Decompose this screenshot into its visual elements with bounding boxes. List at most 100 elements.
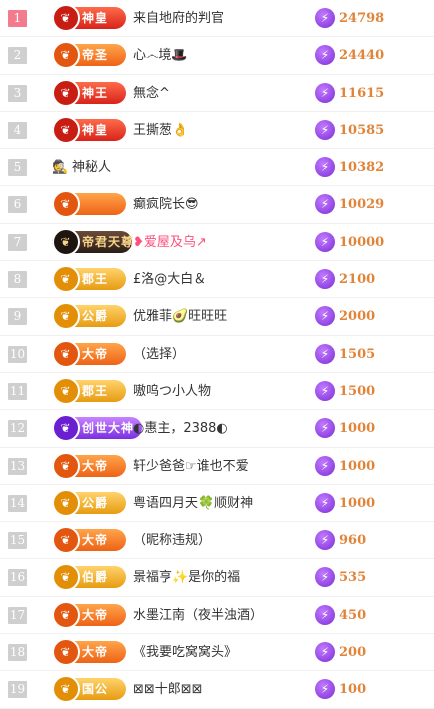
lightning-icon: ⚡: [315, 269, 335, 290]
user-name[interactable]: 無念^: [133, 75, 170, 112]
rank-title-badge: ❦ 郡王: [52, 376, 126, 405]
rank-title-badge: ❦ 帝君天尊: [52, 227, 135, 256]
user-name[interactable]: 优雅菲🥑旺旺旺: [133, 298, 227, 335]
badge-label: 帝圣: [82, 48, 109, 63]
user-name[interactable]: 嗷呜つ小人物: [133, 373, 211, 410]
badge-emblem-icon: ❦: [52, 227, 80, 256]
badge-emblem-icon: ❦: [52, 115, 80, 144]
lightning-icon: ⚡: [315, 604, 335, 625]
ranking-row[interactable]: 16 ❦ 伯爵 景福亨✨是你的福 ⚡ 535: [0, 559, 434, 597]
ranking-row[interactable]: 6 ❦ 癫疯院长😎 ⚡ 10029: [0, 186, 434, 224]
user-name[interactable]: 神秘人: [72, 149, 111, 186]
badge-emblem-icon: ❦: [52, 41, 80, 70]
rank-number: 6: [8, 196, 27, 214]
user-score: 1000: [339, 495, 376, 511]
rank-number: 18: [8, 644, 27, 662]
user-name[interactable]: £洛@大白＆: [133, 261, 206, 298]
ranking-row[interactable]: 17 ❦ 大帝 水墨江南（夜半浊酒） ⚡ 450: [0, 597, 434, 635]
ranking-row[interactable]: 13 ❦ 大帝 轩少爸爸☞谁也不爱 ⚡ 1000: [0, 448, 434, 485]
rank-title-badge: ❦ 大帝: [52, 451, 126, 480]
user-name[interactable]: 癫疯院长😎: [133, 186, 199, 223]
user-name[interactable]: 粤语四月天🍀顺财神: [133, 485, 253, 522]
lightning-icon: ⚡: [315, 157, 335, 178]
rank-title-badge: ❦ 神王: [52, 78, 126, 107]
user-name[interactable]: 景福亨✨是你的福: [133, 559, 240, 596]
ranking-row[interactable]: 1 ❦ 神皇 来自地府的判官 ⚡ 24798: [0, 0, 434, 38]
ranking-row[interactable]: 10 ❦ 大帝 （选择） ⚡ 1505: [0, 336, 434, 373]
ranking-row[interactable]: 18 ❦ 大帝 《我要吃窝窝头》 ⚡ 200: [0, 634, 434, 672]
lightning-icon: ⚡: [315, 82, 335, 103]
user-name[interactable]: 王撕葱👌: [133, 112, 188, 149]
user-score: 10000: [339, 234, 385, 250]
ranking-row[interactable]: 11 ❦ 郡王 嗷呜つ小人物 ⚡ 1500: [0, 373, 434, 411]
ranking-row[interactable]: 15 ❦ 大帝 （昵称违规） ⚡ 960: [0, 522, 434, 560]
badge-label: 神王: [82, 85, 109, 100]
rank-title-badge: ❦ 公爵: [52, 488, 126, 517]
rank-title-badge: ❦ 帝圣: [52, 41, 126, 70]
user-name[interactable]: 水墨江南（夜半浊酒）: [133, 597, 263, 634]
badge-emblem-icon: ❦: [52, 339, 80, 368]
user-score: 200: [339, 645, 367, 661]
badge-label: 郡王: [82, 272, 109, 287]
user-score: 2000: [339, 309, 376, 325]
rank-title-badge: ❦ 公爵: [52, 302, 126, 331]
user-name[interactable]: 心෴境🎩: [133, 37, 188, 74]
lightning-icon: ⚡: [315, 306, 335, 327]
rank-number: 12: [8, 420, 27, 438]
badge-emblem-icon: ❦: [52, 414, 80, 443]
badge-label: 大帝: [82, 607, 109, 622]
badge-emblem-icon: ❦: [52, 638, 80, 667]
rank-number: 9: [8, 308, 27, 326]
user-name[interactable]: （选择）: [133, 336, 185, 373]
ranking-row[interactable]: 2 ❦ 帝圣 心෴境🎩 ⚡ 24440: [0, 37, 434, 75]
user-score: 10382: [339, 160, 385, 176]
rank-number: 8: [8, 271, 27, 289]
user-score: 2100: [339, 272, 376, 288]
lightning-icon: ⚡: [315, 231, 335, 252]
user-name[interactable]: （昵称违规）: [133, 522, 211, 559]
lightning-icon: ⚡: [315, 343, 335, 364]
rank-title-badge: ❦: [52, 190, 126, 219]
ranking-row[interactable]: 12 ❦ 创世大神 ◐惠主，2388◐ ⚡ 1000: [0, 410, 434, 448]
user-score: 535: [339, 570, 367, 586]
ranking-row[interactable]: 4 ❦ 神皇 王撕葱👌 ⚡ 10585: [0, 112, 434, 150]
ranking-row[interactable]: 9 ❦ 公爵 优雅菲🥑旺旺旺 ⚡ 2000: [0, 298, 434, 336]
badge-label: 大帝: [82, 458, 109, 473]
user-score: 1505: [339, 346, 376, 362]
badge-label: 大帝: [82, 645, 109, 660]
rank-title-badge: ❦ 大帝: [52, 339, 126, 368]
user-name[interactable]: 《我要吃窝窝头》: [133, 634, 237, 671]
badge-emblem-icon: ❦: [52, 265, 80, 294]
badge-emblem-icon: ❦: [52, 600, 80, 629]
lightning-icon: ⚡: [315, 418, 335, 439]
rank-title-badge: ❦ 郡王: [52, 265, 126, 294]
user-score: 1500: [339, 383, 376, 399]
user-name[interactable]: ◐惠主，2388◐: [133, 410, 228, 447]
ranking-list: 1 ❦ 神皇 来自地府的判官 ⚡ 24798 2 ❦ 帝圣 心෴境🎩 ⚡ 24440 3 ❦ 神王 無念^ ⚡ 1…: [0, 0, 434, 709]
rank-number: 11: [8, 382, 27, 400]
user-score: 100: [339, 682, 367, 698]
ranking-row[interactable]: 7 ❦ 帝君天尊 ❥爱屋及乌↗ ⚡ 10000: [0, 224, 434, 262]
ranking-row[interactable]: 3 ❦ 神王 無念^ ⚡ 11615: [0, 75, 434, 112]
lightning-icon: ⚡: [315, 8, 335, 28]
ranking-row[interactable]: 19 ❦ 国公 ⊠⊠十郎⊠⊠ ⚡ 100: [0, 671, 434, 709]
lightning-icon: ⚡: [315, 45, 335, 66]
badge-emblem-icon: ❦: [52, 376, 80, 405]
badge-label: 帝君天尊: [82, 234, 135, 249]
ranking-row[interactable]: 5 🕵 神秘人 ⚡ 10382: [0, 149, 434, 187]
badge-emblem-icon: ❦: [52, 526, 80, 555]
lightning-icon: ⚡: [315, 530, 335, 551]
lightning-icon: ⚡: [315, 119, 335, 140]
lightning-icon: ⚡: [315, 679, 335, 700]
user-name[interactable]: 轩少爸爸☞谁也不爱: [133, 448, 249, 485]
rank-number: 14: [8, 494, 27, 512]
ranking-row[interactable]: 14 ❦ 公爵 粤语四月天🍀顺财神 ⚡ 1000: [0, 485, 434, 523]
rank-title-badge: ❦ 神皇: [52, 4, 126, 32]
ranking-row[interactable]: 8 ❦ 郡王 £洛@大白＆ ⚡ 2100: [0, 261, 434, 299]
user-name[interactable]: ⊠⊠十郎⊠⊠: [133, 671, 203, 708]
rank-number: 13: [8, 457, 27, 475]
user-name[interactable]: 来自地府的判官: [133, 0, 224, 37]
badge-label: 神皇: [82, 11, 109, 25]
user-score: 10029: [339, 197, 385, 213]
user-name[interactable]: ❥爱屋及乌↗: [133, 224, 207, 261]
